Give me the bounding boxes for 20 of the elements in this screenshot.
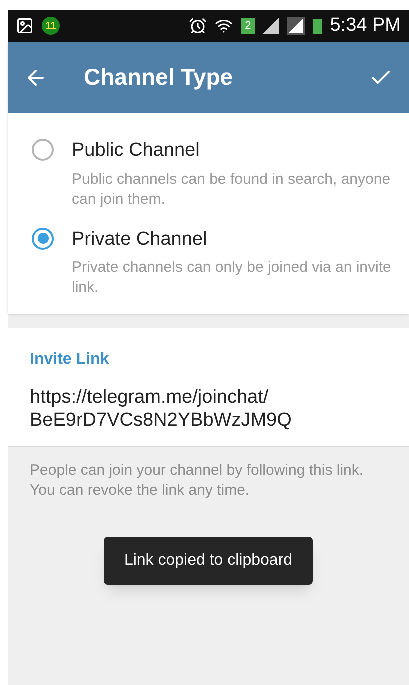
notification-badge: 11 (42, 17, 60, 35)
app-bar-title: Channel Type (84, 63, 234, 92)
option-title: Public Channel (72, 139, 201, 163)
radio-button[interactable] (32, 139, 54, 161)
signal-icon (263, 18, 280, 34)
status-time: 5:34 PM (330, 14, 401, 38)
sim-badge: 2 (241, 18, 256, 34)
option-title: Private Channel (72, 228, 208, 252)
section-header: Invite Link (30, 350, 110, 370)
signal-icon (287, 17, 306, 35)
picture-icon (16, 17, 34, 35)
invite-link[interactable]: https://telegram.me/joinchat/ BeE9rD7VCs8N2YBbWzJM9Q (30, 386, 320, 432)
alarm-icon (189, 17, 208, 35)
toast: Link copied to clipboard (104, 537, 313, 585)
option-description: Private channels can only be joined via an invite link. (72, 258, 392, 298)
invite-link-hint: People can join your channel by following this link. You can revoke the link any time. (29, 461, 365, 501)
radio-button[interactable] (32, 228, 54, 250)
wifi-icon (215, 17, 234, 35)
option-description: Public channels can be found in search, anyone can join them. (72, 170, 392, 210)
battery-icon (313, 18, 322, 34)
